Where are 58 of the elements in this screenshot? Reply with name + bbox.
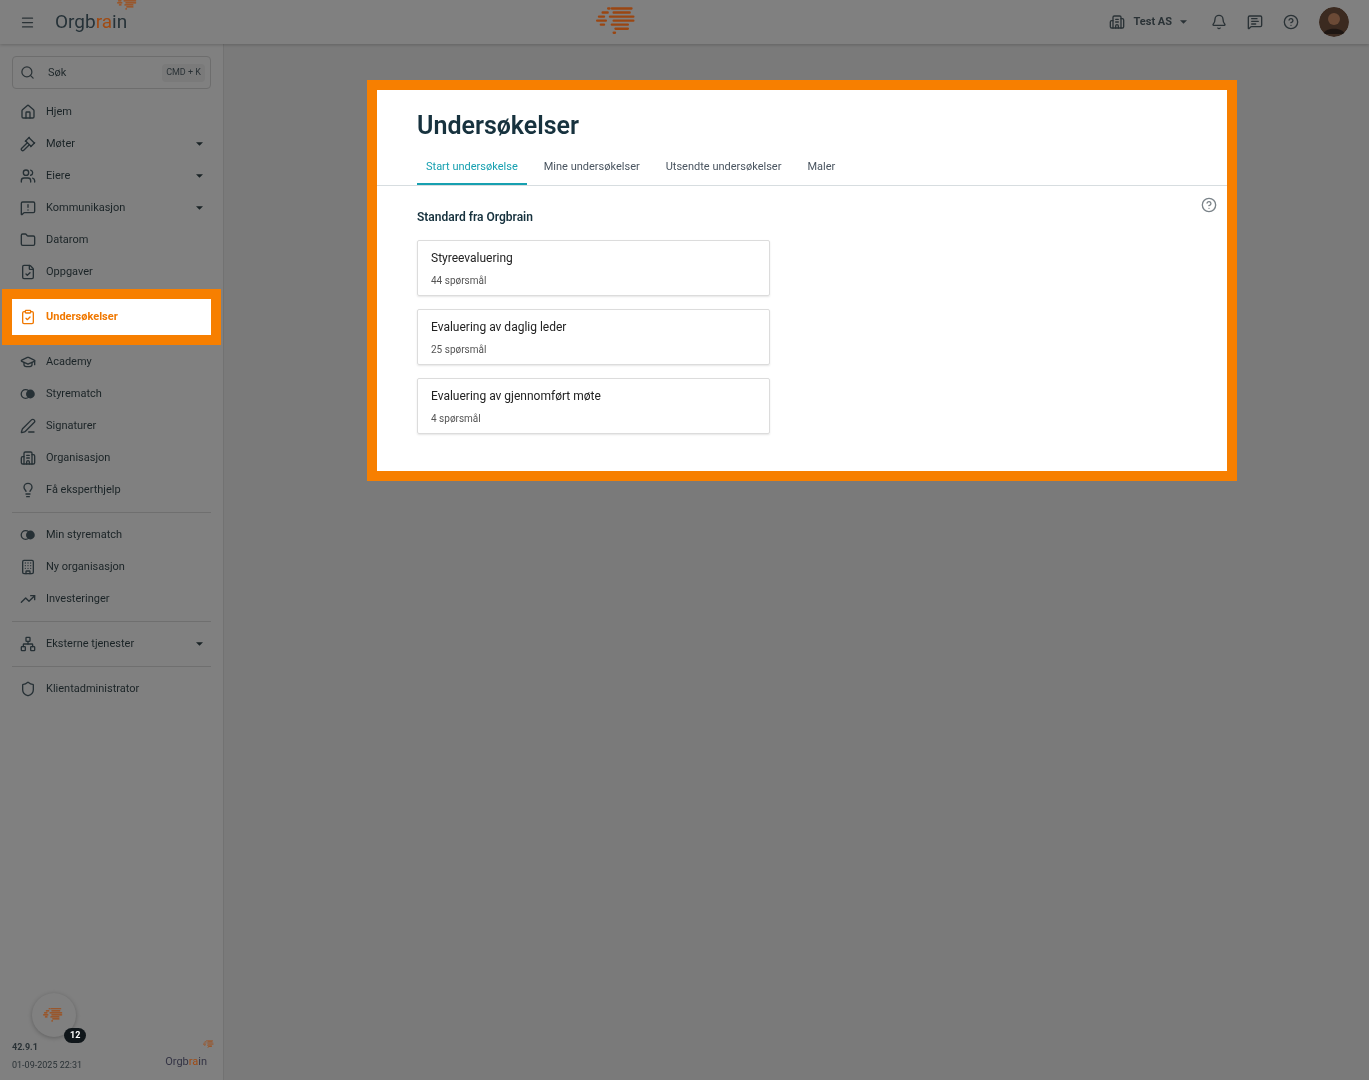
logo-text: Orgbrain (165, 1055, 207, 1068)
sidebar-item[interactable]: Organisasjon (12, 442, 211, 474)
avatar[interactable] (1319, 7, 1349, 37)
tab[interactable]: Maler (798, 158, 845, 185)
clipboard-check-icon (20, 309, 36, 325)
timestamp-text: 01-09-2025 22:31 (12, 1058, 83, 1072)
gavel-icon (20, 136, 36, 152)
search-icon (20, 65, 35, 80)
brain-icon (43, 1007, 65, 1023)
shortcut-hint: CMD + K (162, 64, 205, 82)
sidebar-item[interactable]: Eksterne tjenester (12, 628, 211, 660)
sidebar-item[interactable]: Kommunikasjon (12, 192, 211, 224)
survey-card[interactable]: Evaluering av daglig leder 25 spørsmål (417, 309, 770, 365)
sidebar-item[interactable]: Få eksperthjelp (12, 474, 211, 506)
caret-icon (1180, 20, 1187, 24)
sidebar-item[interactable]: Møter (12, 128, 211, 160)
sidebar-item[interactable]: Investeringer (12, 583, 211, 615)
building-icon (20, 559, 36, 575)
sidebar-item[interactable]: Min styrematch (12, 519, 211, 551)
message-alert-icon (20, 200, 36, 216)
menu-icon[interactable] (20, 14, 35, 30)
sidebar-item[interactable]: Styrematch (12, 378, 211, 410)
page-title: Undersøkelser (416, 110, 581, 142)
help-icon[interactable] (1201, 197, 1217, 213)
shield-icon (20, 681, 36, 697)
circles-icon (20, 527, 36, 543)
survey-card[interactable]: Styreevaluering 44 spørsmål (417, 240, 770, 296)
sidebar-item[interactable]: Oppgaver (12, 256, 211, 288)
version-text: 42.9.1 (12, 1041, 39, 1054)
pen-icon (20, 418, 36, 434)
sidebar-item[interactable]: Hjem (12, 96, 211, 128)
tab[interactable]: Utsendte undersøkelser (656, 158, 791, 185)
people-icon (20, 168, 36, 184)
bell-icon[interactable] (1211, 14, 1227, 30)
help-icon[interactable] (1283, 14, 1299, 30)
tab[interactable]: Mine undersøkelser (534, 158, 649, 185)
folder-icon (20, 232, 36, 248)
home-icon (20, 104, 36, 120)
lightbulb-icon (20, 482, 36, 498)
sidebar-item[interactable]: Klientadministrator (12, 673, 211, 705)
circles-icon (20, 386, 36, 402)
network-icon (20, 636, 36, 652)
sidebar-item[interactable]: Datarom (12, 224, 211, 256)
tab[interactable]: Start undersøkelse (417, 158, 527, 185)
chat-icon[interactable] (1247, 14, 1263, 30)
sidebar-item[interactable]: Academy (12, 346, 211, 378)
sidebar-item[interactable]: Signaturer (12, 410, 211, 442)
survey-card[interactable]: Evaluering av gjennomført møte 4 spørsmål (417, 378, 770, 434)
graduation-cap-icon (20, 354, 36, 370)
document-check-icon (20, 264, 36, 280)
company-selector[interactable]: Test AS (1109, 13, 1187, 31)
building-icon (20, 450, 36, 466)
building-icon (1109, 14, 1126, 30)
sidebar-item[interactable]: Ny organisasjon (12, 551, 211, 583)
section-title: Standard fra Orgbrain (417, 209, 534, 226)
notification-badge: 12 (64, 1027, 87, 1043)
sidebar-item[interactable]: Eiere (12, 160, 211, 192)
logo-text: Orgbrain (55, 8, 128, 35)
